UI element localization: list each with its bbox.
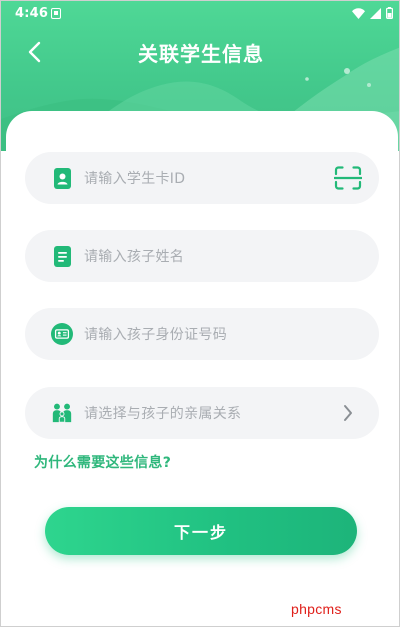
scan-button[interactable] <box>333 164 363 192</box>
notification-icon <box>51 8 61 19</box>
system-icons <box>352 7 393 19</box>
scan-icon <box>334 166 362 190</box>
battery-icon <box>386 7 393 19</box>
watermark-text: phpcms <box>291 601 342 617</box>
next-step-button[interactable]: 下一步 <box>45 507 357 555</box>
child-id-number-placeholder: 请输入孩子身份证号码 <box>84 327 227 343</box>
wifi-icon <box>352 7 365 19</box>
family-icon <box>51 401 73 425</box>
signal-icon <box>370 7 381 19</box>
status-time: 4:46 <box>15 6 49 21</box>
why-info-link[interactable]: 为什么需要这些信息? <box>34 452 171 472</box>
chevron-right-icon <box>333 399 363 427</box>
relationship-select[interactable]: 请选择与孩子的亲属关系 <box>25 387 379 439</box>
child-name-placeholder: 请输入孩子姓名 <box>84 249 185 265</box>
app-frame: 4:46 关联学生信息 请输入学生卡ID 请输入孩子姓名 请输入孩子身份证号码 … <box>0 0 400 627</box>
child-name-input[interactable]: 请输入孩子姓名 <box>25 230 379 282</box>
status-bar: 4:46 <box>1 1 399 29</box>
id-badge-icon <box>51 166 73 190</box>
student-card-id-input[interactable]: 请输入学生卡ID <box>25 152 379 204</box>
id-card-icon <box>51 322 73 346</box>
page-title: 关联学生信息 <box>138 42 264 66</box>
relationship-placeholder: 请选择与孩子的亲属关系 <box>84 406 242 422</box>
child-id-number-input[interactable]: 请输入孩子身份证号码 <box>25 308 379 360</box>
student-card-id-placeholder: 请输入学生卡ID <box>84 171 186 187</box>
document-icon <box>51 244 73 268</box>
